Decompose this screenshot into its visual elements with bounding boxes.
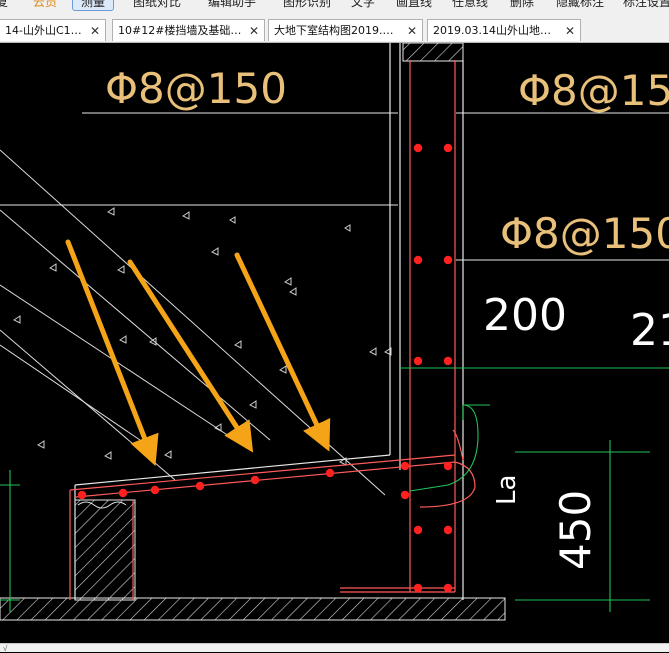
- tab-label: 10#12#楼挡墙及基础…: [118, 24, 242, 37]
- toolbar-item-polyline[interactable]: 任意线: [452, 0, 488, 10]
- tab-label: 14-山外山C1…: [5, 24, 82, 37]
- dimension-450: 450: [551, 490, 600, 570]
- dimension-21: 21: [630, 305, 669, 356]
- tab-doc-2[interactable]: 10#12#楼挡墙及基础… ✕: [112, 19, 265, 41]
- status-bar: √: [0, 643, 669, 653]
- cad-drawing-canvas[interactable]: Φ8@150 Φ8@150 Φ8@150 200 21 450 La: [0, 43, 669, 643]
- tab-label: 大地下室结构图2019.…: [274, 24, 394, 37]
- toolbar-item-compare[interactable]: 图纸对比: [133, 0, 181, 10]
- toolbar-item-annotation-settings[interactable]: 标注设置: [623, 0, 669, 10]
- close-icon[interactable]: ✕: [90, 20, 100, 41]
- document-tab-bar: 14-山外山C1… ✕ 10#12#楼挡墙及基础… ✕ 大地下室结构图2019.…: [0, 12, 669, 43]
- tab-doc-3[interactable]: 大地下室结构图2019.… ✕: [268, 19, 423, 41]
- close-icon[interactable]: ✕: [249, 20, 259, 41]
- close-icon[interactable]: ✕: [565, 20, 575, 41]
- toolbar-item-delete[interactable]: 删除: [510, 0, 534, 10]
- dimension-200: 200: [483, 290, 567, 341]
- tab-doc-4[interactable]: 2019.03.14山外山地… ✕: [427, 19, 581, 41]
- rebar-label-middle-right: Φ8@150: [500, 209, 669, 258]
- close-icon[interactable]: ✕: [407, 20, 417, 41]
- wall-top-cap: [402, 43, 464, 62]
- toolbar-item-hide-annotation[interactable]: 隐藏标注: [556, 0, 604, 10]
- toolbar-item-line[interactable]: 画直线: [396, 0, 432, 10]
- toolbar-item-edit-assistant[interactable]: 编辑助手: [208, 0, 256, 10]
- rebar-label-top-right: Φ8@150: [518, 66, 669, 115]
- rebar-label-top-left: Φ8@150: [105, 64, 287, 113]
- la-label: La: [492, 475, 522, 505]
- toolbar-item-text[interactable]: 文字: [351, 0, 375, 10]
- toolbar-item-measure[interactable]: 测量: [72, 0, 115, 11]
- tab-doc-1[interactable]: 14-山外山C1… ✕: [0, 19, 106, 41]
- toolbar-item-cloud[interactable]: 云员: [33, 0, 57, 10]
- tab-label: 2019.03.14山外山地…: [433, 24, 551, 37]
- toolbar-item-recognize[interactable]: 图形识别: [283, 0, 331, 10]
- toolbar-item-restore[interactable]: 复: [0, 0, 8, 10]
